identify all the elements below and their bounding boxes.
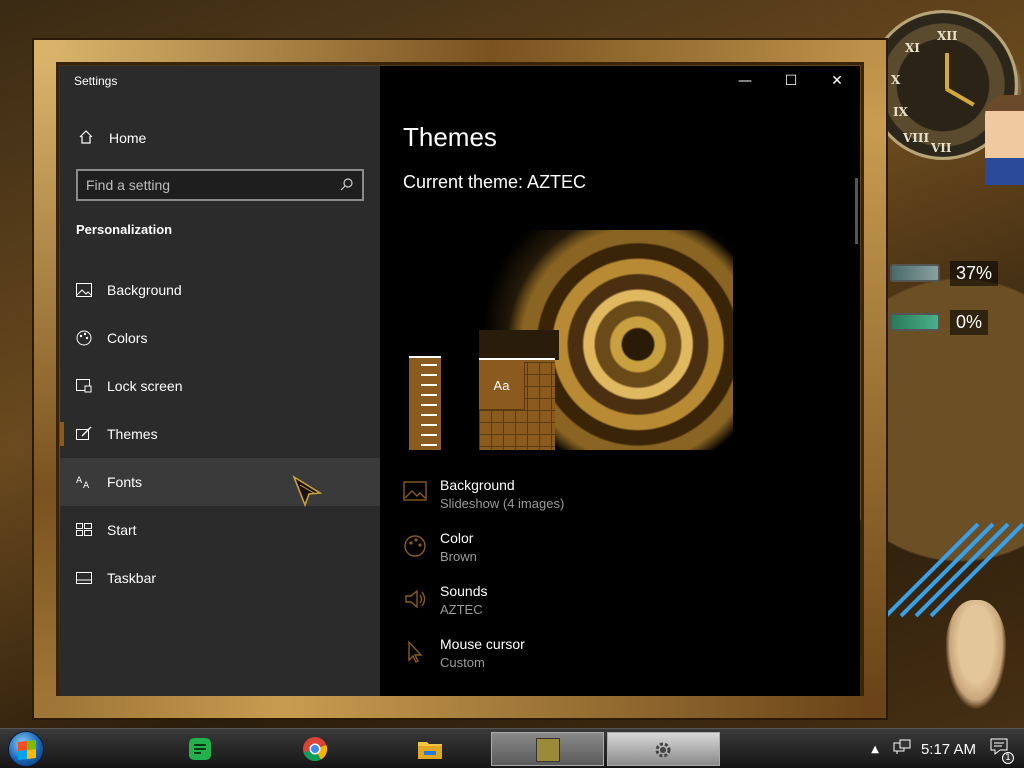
theme-setting-color[interactable]: Color Brown bbox=[403, 529, 783, 582]
setting-value: Custom bbox=[440, 655, 485, 670]
search-icon[interactable] bbox=[340, 176, 354, 195]
sidebar-item-label: Taskbar bbox=[107, 570, 157, 586]
setting-value: Brown bbox=[440, 549, 477, 564]
notification-center-icon[interactable]: 1 bbox=[990, 738, 1014, 764]
window-title: Settings bbox=[74, 74, 118, 88]
preview-font-tile: Aa bbox=[479, 362, 525, 410]
speaker-icon bbox=[403, 587, 427, 611]
file-explorer-icon[interactable] bbox=[414, 733, 446, 765]
clock-minute-hand bbox=[945, 87, 975, 107]
chevron-up-icon[interactable]: ▲ bbox=[871, 744, 879, 755]
theme-settings-list: Background Slideshow (4 images) Color Br… bbox=[403, 476, 783, 688]
theme-setting-mouse-cursor[interactable]: Mouse cursor Custom bbox=[403, 635, 783, 688]
sidebar-item-label: Colors bbox=[107, 330, 148, 346]
sidebar-item-label: Start bbox=[107, 522, 137, 538]
image-icon bbox=[76, 282, 92, 298]
home-icon bbox=[78, 129, 94, 148]
memory-meter-value: 0% bbox=[950, 309, 989, 335]
hamster-decoration bbox=[945, 600, 1007, 710]
sidebar-item-themes[interactable]: Themes bbox=[60, 410, 380, 458]
clock-numeral: XII bbox=[937, 29, 958, 43]
sidebar-item-label: Background bbox=[107, 282, 182, 298]
clock-numeral: IX bbox=[893, 105, 908, 119]
preview-shadow bbox=[479, 330, 559, 360]
memory-meter-gadget: 0% bbox=[890, 307, 1020, 337]
cpu-meter-gadget: 37% bbox=[890, 258, 1020, 288]
gear-icon bbox=[655, 742, 671, 758]
start-button[interactable] bbox=[8, 731, 44, 767]
notes-app-icon[interactable] bbox=[184, 733, 216, 765]
sidebar-item-label: Fonts bbox=[107, 474, 143, 490]
sidebar-item-taskbar[interactable]: Taskbar bbox=[60, 554, 380, 602]
theme-setting-sounds[interactable]: Sounds AZTEC bbox=[403, 582, 783, 635]
personalization-nav-list: Background Colors Lock screen Themes A A… bbox=[60, 266, 380, 602]
sidebar-item-label: Themes bbox=[107, 426, 158, 442]
memory-meter-bar bbox=[890, 313, 940, 331]
cpu-meter-value: 37% bbox=[950, 260, 999, 286]
setting-value: Slideshow (4 images) bbox=[440, 496, 565, 511]
taskbar-window-settings[interactable] bbox=[607, 732, 720, 766]
sidebar-item-colors[interactable]: Colors bbox=[60, 314, 380, 362]
clock-time[interactable]: 5:17 AM bbox=[921, 741, 976, 758]
clock-numeral: XI bbox=[905, 41, 920, 55]
start-icon bbox=[76, 522, 92, 538]
clock-numeral: VII bbox=[931, 141, 952, 155]
home-label: Home bbox=[109, 130, 147, 146]
window-controls: — ☐ ✕ bbox=[722, 66, 860, 96]
minimize-button[interactable]: — bbox=[722, 66, 768, 96]
search-box[interactable] bbox=[76, 169, 364, 201]
cartoon-character-decoration bbox=[985, 95, 1024, 185]
fonts-icon: AA bbox=[76, 474, 92, 490]
current-theme-label: Current theme: AZTEC bbox=[403, 172, 587, 192]
sidebar-item-fonts[interactable]: AA Fonts bbox=[60, 458, 380, 506]
image-icon bbox=[403, 481, 427, 505]
svg-text:A: A bbox=[83, 481, 90, 489]
windows-logo-icon bbox=[18, 740, 36, 760]
scrollbar-thumb[interactable] bbox=[855, 178, 858, 244]
settings-sidebar: Settings Home Personalization Background bbox=[60, 66, 380, 696]
cpu-meter-bar bbox=[890, 264, 940, 282]
sidebar-item-label: Lock screen bbox=[107, 378, 183, 394]
lock-screen-icon bbox=[76, 378, 92, 394]
clock-numeral: VIII bbox=[903, 131, 930, 145]
preview-taskbar bbox=[409, 356, 441, 450]
palette-icon bbox=[403, 534, 427, 558]
home-nav-item[interactable]: Home bbox=[60, 122, 380, 154]
svg-text:A: A bbox=[76, 476, 83, 486]
theme-preview: Aa bbox=[403, 230, 733, 450]
chrome-browser-icon[interactable] bbox=[299, 733, 331, 765]
page-title: Themes bbox=[403, 122, 497, 152]
setting-name: Mouse cursor bbox=[440, 636, 525, 652]
maximize-button[interactable]: ☐ bbox=[768, 66, 814, 96]
network-icon[interactable] bbox=[893, 739, 911, 759]
setting-name: Sounds bbox=[440, 583, 488, 599]
settings-window: Settings Home Personalization Background bbox=[60, 66, 860, 696]
clock-numeral: X bbox=[891, 73, 901, 87]
preview-start-menu: Aa bbox=[479, 358, 555, 450]
notification-badge: 1 bbox=[1002, 752, 1014, 764]
setting-name: Color bbox=[440, 530, 474, 546]
close-button[interactable]: ✕ bbox=[814, 66, 860, 96]
system-tray: ▲ 5:17 AM 1 bbox=[871, 729, 1024, 768]
setting-name: Background bbox=[440, 477, 515, 493]
sidebar-item-background[interactable]: Background bbox=[60, 266, 380, 314]
themes-content: — ☐ ✕ Themes Current theme: AZTEC Aa Bac… bbox=[380, 66, 860, 696]
search-input[interactable] bbox=[86, 177, 340, 193]
mouse-cursor-icon bbox=[292, 475, 322, 507]
palette-icon bbox=[76, 330, 92, 346]
section-title: Personalization bbox=[76, 222, 173, 237]
cursor-icon bbox=[403, 640, 427, 664]
sidebar-item-start[interactable]: Start bbox=[60, 506, 380, 554]
windows-taskbar: ▲ 5:17 AM 1 bbox=[0, 728, 1024, 768]
sidebar-item-lock-screen[interactable]: Lock screen bbox=[60, 362, 380, 410]
themes-icon bbox=[76, 426, 92, 442]
theme-setting-background[interactable]: Background Slideshow (4 images) bbox=[403, 476, 783, 529]
setting-value: AZTEC bbox=[440, 602, 483, 617]
taskbar-window-gadget[interactable] bbox=[491, 732, 604, 766]
clock-hour-hand bbox=[945, 53, 949, 89]
taskbar-icon bbox=[76, 570, 92, 586]
